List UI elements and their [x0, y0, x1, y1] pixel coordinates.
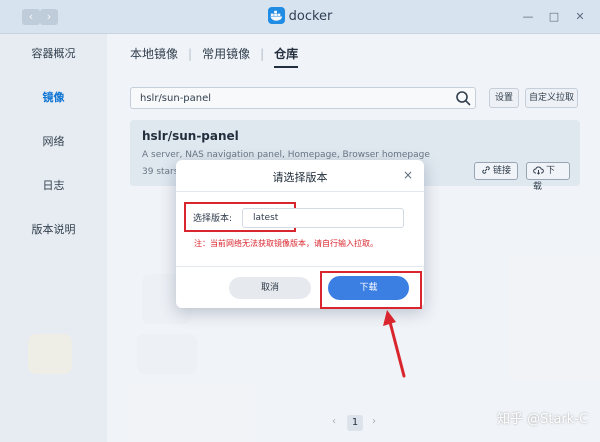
cancel-button[interactable]: 取消: [229, 277, 311, 299]
docker-window: ‹ › docker — □ ✕ 容器概况 镜像 网络 日志 版本说明 本地镜像…: [0, 0, 600, 442]
version-input[interactable]: [242, 208, 404, 228]
dialog-title: 请选择版本: [272, 171, 328, 184]
dialog-divider: [176, 266, 424, 267]
version-label: 选择版本:: [193, 214, 233, 224]
download-button-highlight: [320, 271, 422, 309]
watermark: 知乎 @Stark-C: [497, 412, 589, 427]
dialog-divider: [176, 191, 424, 192]
network-warning: 注：当前网络无法获取镜像版本，请自行输入拉取。: [194, 239, 378, 248]
dialog-close-icon[interactable]: ×: [402, 169, 414, 181]
